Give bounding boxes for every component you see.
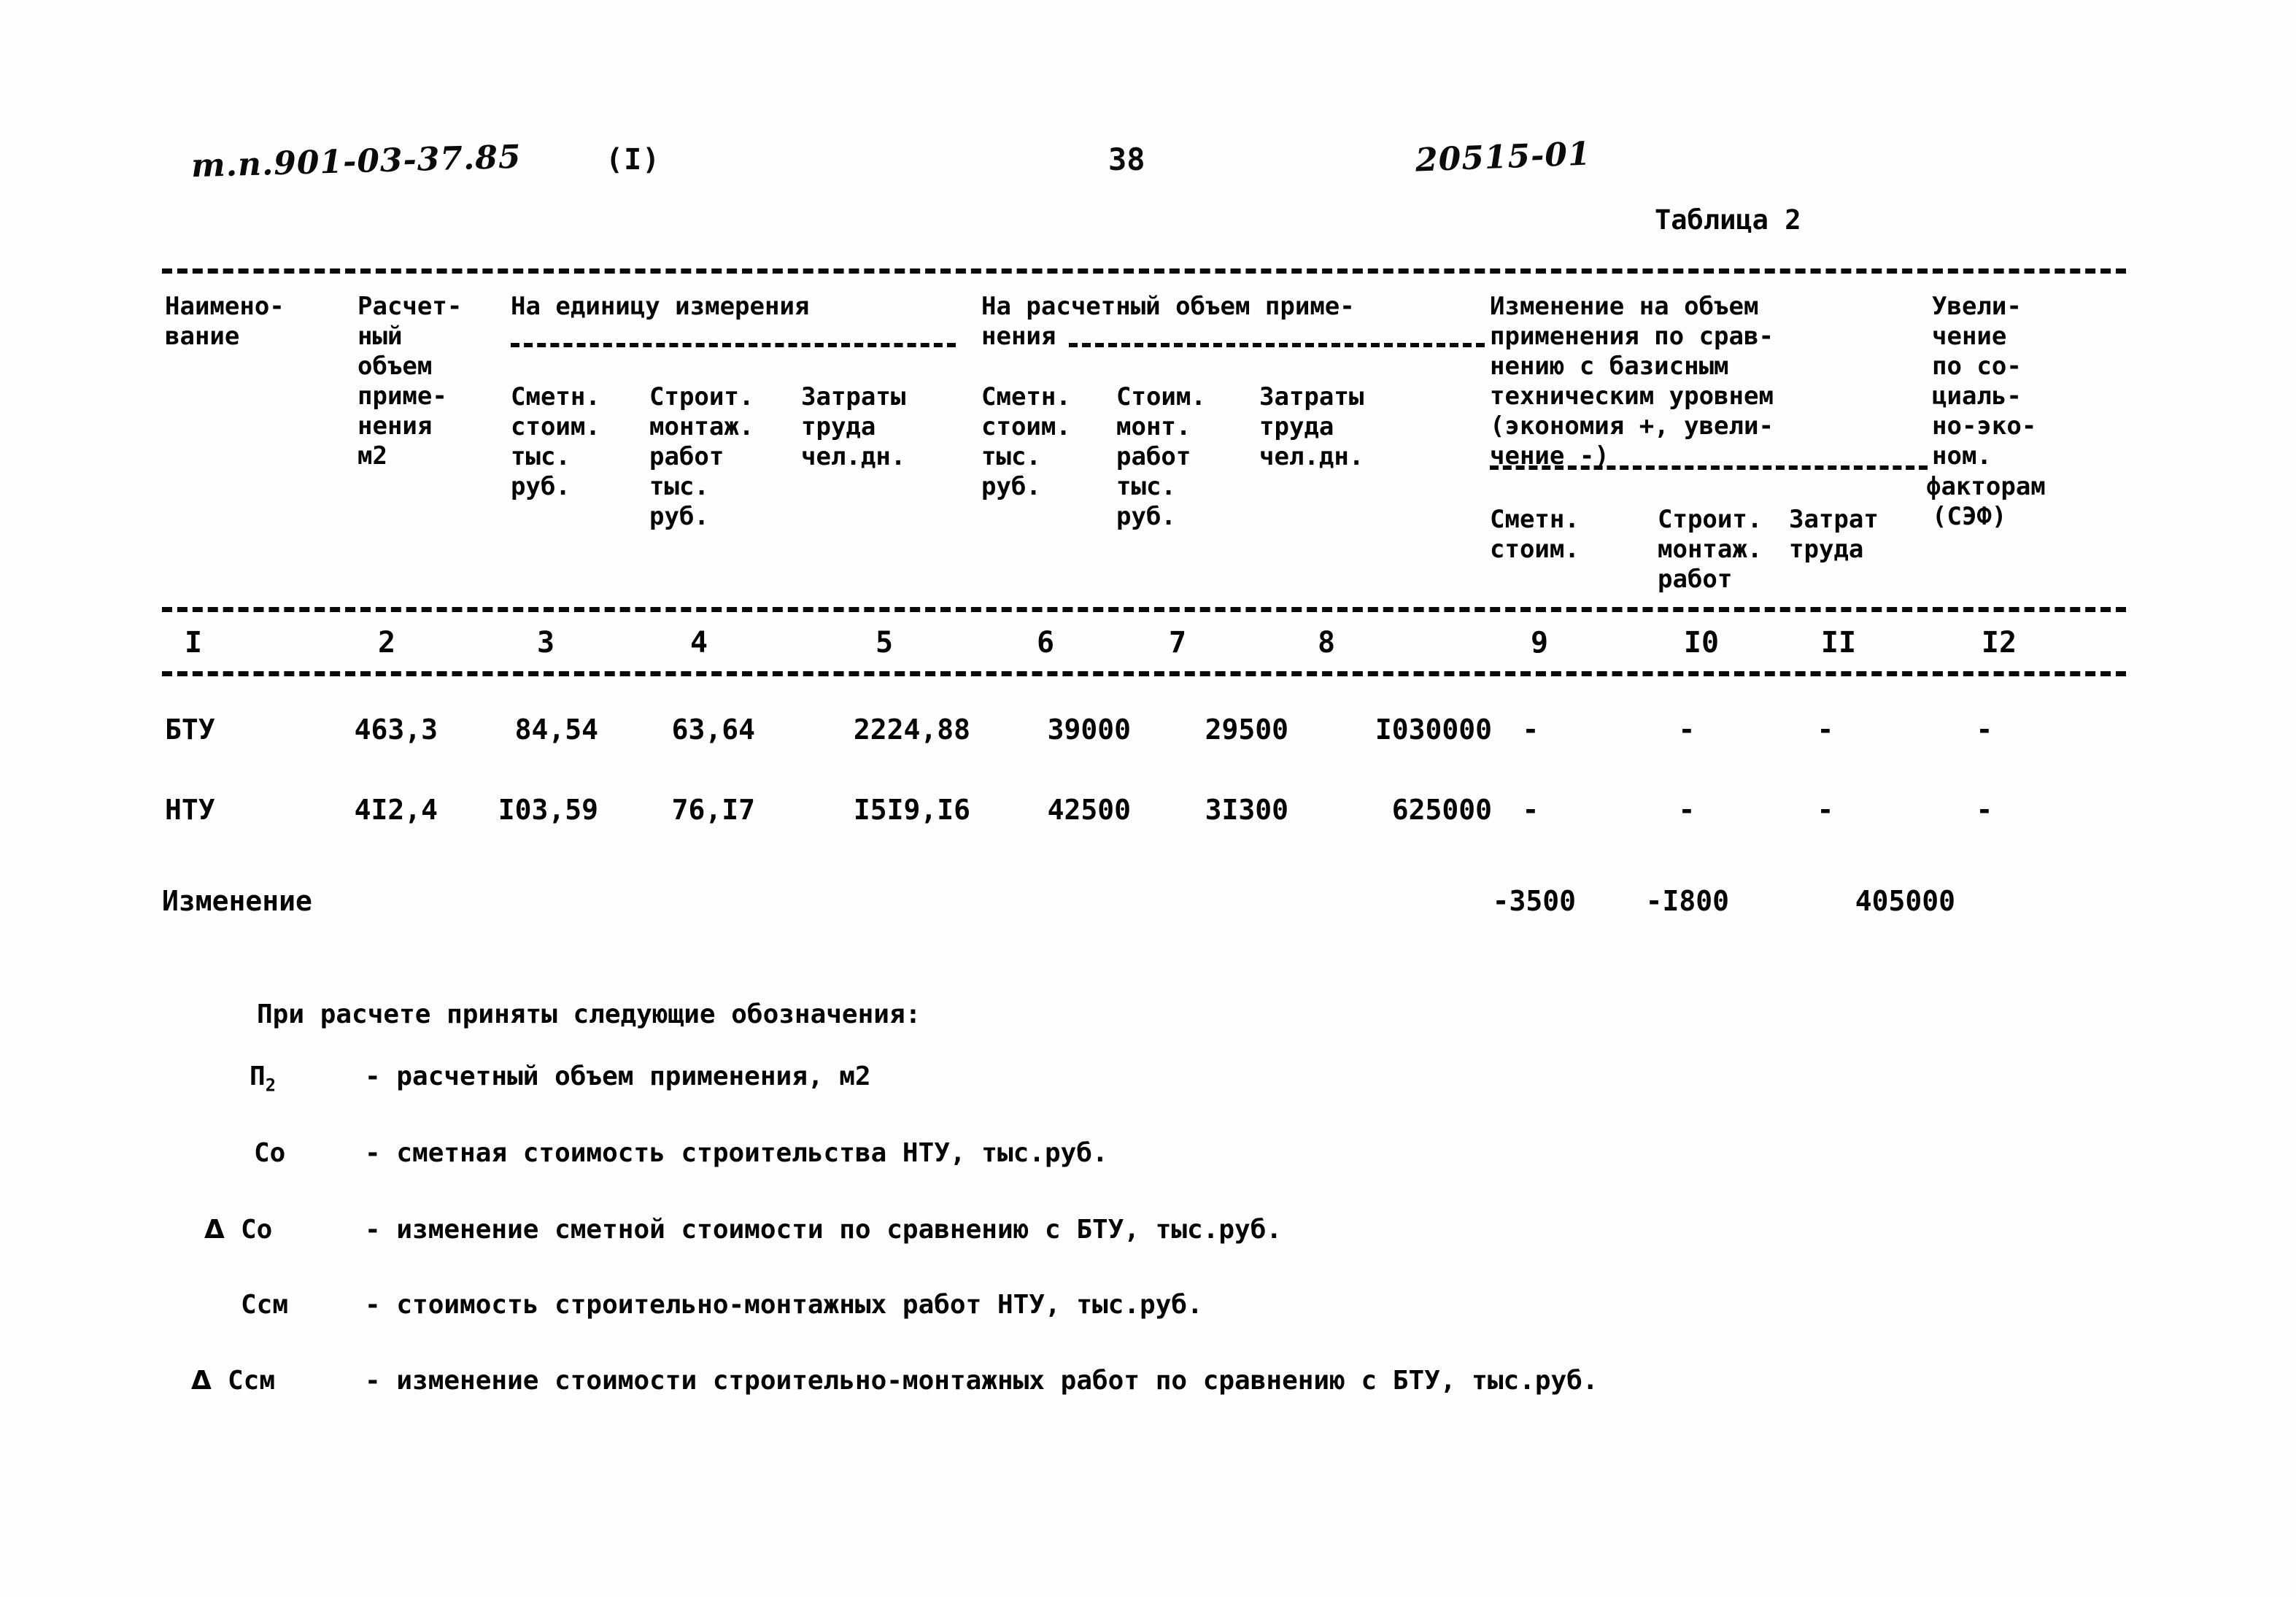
col-header-change-labor: Затрат труда	[1789, 505, 1879, 564]
table-row: 63,64	[671, 714, 755, 746]
table-row: 76,I7	[671, 794, 755, 826]
group-header-per-unit: На единицу измерения	[511, 292, 810, 321]
summary-row-value-install: -I800	[1645, 885, 1729, 917]
table-row: БТУ	[165, 714, 215, 746]
col-number-9: 9	[1530, 626, 1549, 660]
legend-text-co: - сметная стоимость строительства НТУ, т…	[365, 1138, 1108, 1168]
summary-row-label: Изменение	[162, 885, 312, 917]
legend-symbol-delta-ccm: Ссм	[228, 1366, 276, 1396]
group-rule-total-volume	[1069, 343, 1485, 347]
col-number-6: 6	[1036, 626, 1055, 660]
table-row: I030000	[1375, 714, 1492, 746]
table-row: 3I300	[1205, 794, 1288, 826]
group-header-change-line1: Изменение на объем	[1490, 292, 1759, 321]
legend-prefix-delta-co: Δ	[204, 1215, 225, 1245]
drawing-number: 20515-01	[1415, 135, 1592, 179]
legend-intro: При расчете приняты следующие обозначени…	[257, 999, 921, 1029]
group-header-total-volume-line2: нения	[981, 322, 1056, 351]
table-row: 29500	[1205, 714, 1288, 746]
table-header-bottom-rule	[162, 607, 2126, 612]
col-header-change-install: Строит. монтаж. работ	[1658, 505, 1763, 594]
col-number-1: I	[184, 626, 203, 660]
variant-code: (I)	[606, 143, 661, 177]
document-page: т.п.901-03-37.85 (I) 38 20515-01 Таблица…	[0, 0, 2296, 1597]
table-numbers-bottom-rule	[162, 671, 2126, 676]
col-header-total-install: Стоим. монт. работ тыс. руб.	[1116, 382, 1206, 531]
table-caption: Таблица 2	[1655, 204, 1801, 236]
group-header-total-volume-line1: На расчетный объем приме-	[981, 292, 1355, 321]
table-row: 84,54	[514, 714, 598, 746]
col-header-unit-install: Строит. монтаж. работ тыс. руб.	[649, 382, 754, 531]
table-row: -	[1976, 714, 1993, 746]
col-number-2: 2	[377, 626, 396, 660]
col-header-total-labor: Затраты труда чел.дн.	[1259, 382, 1364, 471]
col-number-3: 3	[536, 626, 555, 660]
group-header-change-line3: нению с базисным	[1490, 352, 1729, 381]
legend-text-delta-ccm: - изменение стоимости строительно-монтаж…	[365, 1366, 1599, 1396]
table-top-rule	[162, 268, 2126, 274]
col-header-sef-factors: факторам	[1926, 472, 2046, 501]
document-code: т.п.901-03-37.85	[190, 138, 522, 185]
table-row: 2224,88	[853, 714, 970, 746]
col-header-total-estimate: Сметн. стоим. тыс. руб.	[981, 382, 1071, 501]
table-row: -	[1976, 794, 1993, 826]
table-row: 463,3	[354, 714, 438, 746]
col-header-unit-estimate: Сметн. стоим. тыс. руб.	[511, 382, 600, 501]
table-row: -	[1817, 794, 1834, 826]
group-rule-per-unit	[511, 343, 956, 347]
group-header-change-line5: (экономия +, увели-	[1490, 411, 1774, 441]
col-header-sef: Увели- чение по со- циаль- но-эко- ном.	[1932, 292, 2037, 471]
table-row: -	[1522, 714, 1539, 746]
col-number-8: 8	[1317, 626, 1336, 660]
col-header-volume: Расчет- ный объем приме- нения м2	[357, 292, 463, 471]
table-row: I03,59	[498, 794, 598, 826]
table-row: 625000	[1391, 794, 1492, 826]
group-rule-change	[1490, 465, 1928, 470]
legend-text-delta-co: - изменение сметной стоимости по сравнен…	[365, 1215, 1283, 1245]
table-row: 4I2,4	[354, 794, 438, 826]
table-row: I5I9,I6	[853, 794, 970, 826]
page-number: 38	[1108, 142, 1145, 177]
summary-row-value-labor: 405000	[1855, 885, 1955, 917]
group-header-change-line2: применения по срав-	[1490, 322, 1774, 351]
legend-text-p2: - расчетный объем применения, м2	[365, 1062, 871, 1091]
col-number-5: 5	[875, 626, 894, 660]
table-row: -	[1678, 714, 1696, 746]
group-header-change-line4: техническим уровнем	[1490, 382, 1774, 411]
col-number-10: I0	[1683, 626, 1720, 660]
col-number-4: 4	[689, 626, 708, 660]
legend-text-ccm: - стоимость строительно-монтажных работ …	[365, 1290, 1203, 1320]
col-number-11: II	[1820, 626, 1857, 660]
legend-symbol-delta-co: Со	[241, 1215, 273, 1245]
legend-symbol-ccm: Ссм	[241, 1290, 289, 1320]
col-number-12: I2	[1981, 626, 2017, 660]
table-row: НТУ	[165, 794, 215, 826]
table-row: -	[1678, 794, 1696, 826]
legend-prefix-delta-ccm: Δ	[191, 1366, 212, 1396]
col-number-7: 7	[1168, 626, 1187, 660]
table-row: -	[1817, 714, 1834, 746]
legend-symbol-subscript: 2	[265, 1075, 276, 1096]
col-header-unit-labor: Затраты труда чел.дн.	[801, 382, 906, 471]
table-row: -	[1522, 794, 1539, 826]
summary-row-value-estimate: -3500	[1492, 885, 1576, 917]
legend-symbol-base: П	[250, 1062, 266, 1091]
legend-symbol-co: Со	[254, 1138, 286, 1168]
table-row: 42500	[1047, 794, 1131, 826]
col-header-change-estimate: Сметн. стоим.	[1490, 505, 1580, 564]
table-row: 39000	[1047, 714, 1131, 746]
legend-symbol-p2: П2	[250, 1062, 276, 1095]
col-header-name: Наимено- вание	[165, 292, 285, 351]
col-header-sef-abbrev: (СЭФ)	[1932, 502, 2007, 531]
